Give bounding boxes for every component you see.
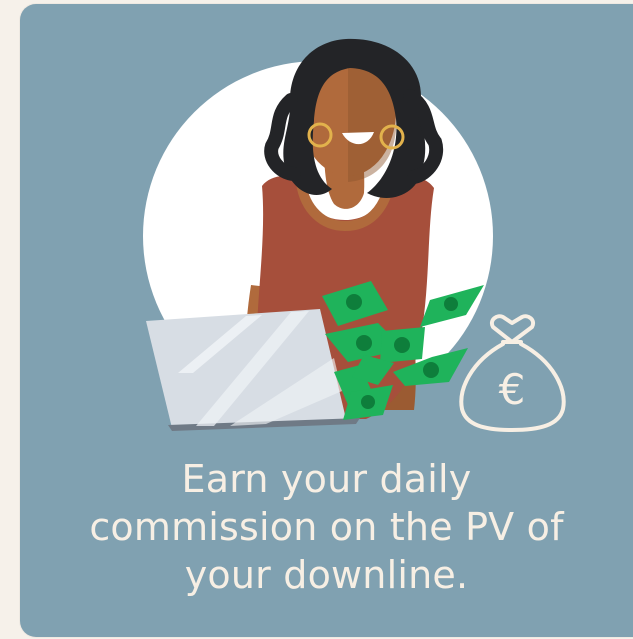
caption-line-1: Earn your daily (181, 457, 472, 501)
caption-line-3: your downline. (184, 553, 469, 597)
caption-line-2: commission on the PV of (89, 505, 564, 549)
commission-caption: Earn your daily commission on the PV of … (20, 455, 633, 599)
